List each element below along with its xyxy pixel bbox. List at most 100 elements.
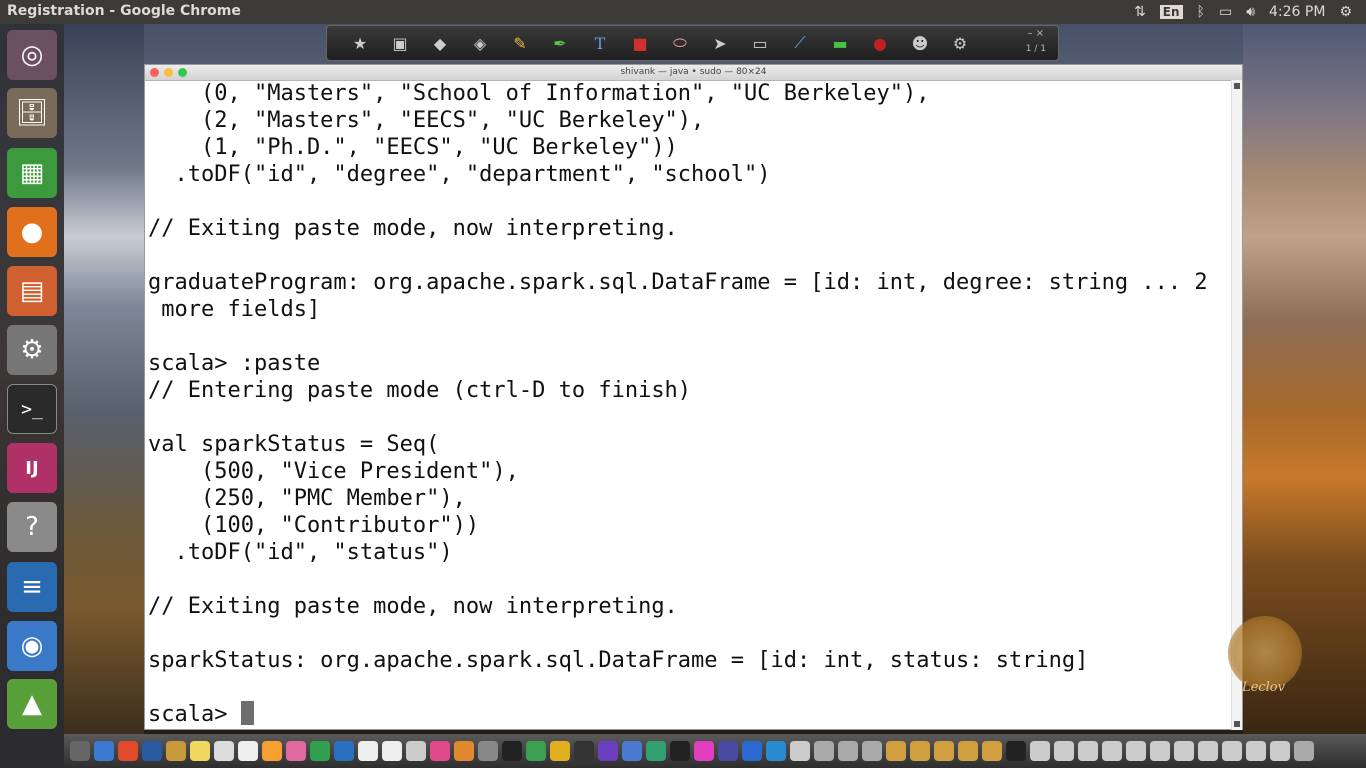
shapes-icon[interactable]: ■ [623, 30, 657, 56]
dock-app-icon[interactable] [358, 741, 378, 761]
dock-app-icon[interactable] [1078, 741, 1098, 761]
dock-app-icon[interactable] [862, 741, 882, 761]
dock-app-icon[interactable] [430, 741, 450, 761]
eraser-icon[interactable]: ⬭ [663, 30, 697, 56]
dock-app-icon[interactable] [70, 741, 90, 761]
dock-app-icon[interactable] [214, 741, 234, 761]
network-arrows-icon[interactable]: ⇅ [1134, 4, 1146, 20]
dock-app-icon[interactable] [622, 741, 642, 761]
dock-app-icon[interactable] [1294, 741, 1314, 761]
dock-app-icon[interactable] [406, 741, 426, 761]
camera-icon[interactable]: ▣ [383, 30, 417, 56]
dock-app-icon[interactable] [838, 741, 858, 761]
terminal-line: // Entering paste mode (ctrl-D to finish… [148, 378, 692, 403]
dock-app-icon[interactable] [982, 741, 1002, 761]
dock-app-icon[interactable] [958, 741, 978, 761]
dock-app-icon[interactable] [598, 741, 618, 761]
gear-icon[interactable]: ⚙ [943, 30, 977, 56]
minimize-button[interactable] [164, 68, 173, 77]
terminal-line: scala> [148, 701, 1233, 728]
dock-app-icon[interactable] [1174, 741, 1194, 761]
dock-app-icon[interactable] [1222, 741, 1242, 761]
record-icon[interactable]: ● [863, 30, 897, 56]
rectangle-icon[interactable]: ▬ [823, 30, 857, 56]
terminal-line: sparkStatus: org.apache.spark.sql.DataFr… [148, 648, 1089, 673]
dock-app-icon[interactable] [190, 741, 210, 761]
dock-app-icon[interactable] [142, 741, 162, 761]
dock-app-icon[interactable] [646, 741, 666, 761]
power-gear-icon[interactable]: ⚙ [1339, 4, 1352, 20]
dock-app-icon[interactable] [1030, 741, 1050, 761]
dock-app-icon[interactable] [454, 741, 474, 761]
files-icon[interactable]: 🗄︎ [7, 88, 57, 138]
dock-app-icon[interactable] [502, 741, 522, 761]
marker-icon[interactable]: ✒ [543, 30, 577, 56]
settings-icon[interactable]: ⚙ [7, 325, 57, 375]
dock-app-icon[interactable] [262, 741, 282, 761]
close-button[interactable] [150, 68, 159, 77]
user-icon[interactable]: ☻ [903, 30, 937, 56]
dock-app-icon[interactable] [694, 741, 714, 761]
intellij-icon[interactable]: IJ [7, 443, 57, 493]
writer-icon[interactable]: ≡ [7, 562, 57, 612]
firefox-icon[interactable]: ● [7, 207, 57, 257]
presentation-icon[interactable]: ▤ [7, 266, 57, 316]
dock-app-icon[interactable] [1150, 741, 1170, 761]
dock-app-icon[interactable] [1054, 741, 1074, 761]
help-icon[interactable]: ? [7, 502, 57, 552]
volume-icon[interactable]: 🔊︎ [1246, 4, 1255, 20]
dock-app-icon[interactable] [814, 741, 834, 761]
spreadsheet-icon[interactable]: ▦ [7, 148, 57, 198]
dock-app-icon[interactable] [934, 741, 954, 761]
dock-app-icon[interactable] [478, 741, 498, 761]
dock-app-icon[interactable] [166, 741, 186, 761]
battery-icon[interactable]: ▭ [1219, 4, 1232, 20]
keyboard-layout-indicator[interactable]: En [1159, 5, 1183, 19]
dock-app-icon[interactable] [1102, 741, 1122, 761]
layers-icon[interactable]: ◆ [423, 30, 457, 56]
dock-app-icon[interactable] [94, 741, 114, 761]
dock-app-icon[interactable] [790, 741, 810, 761]
dock-app-icon[interactable] [1246, 741, 1266, 761]
maximize-button[interactable] [178, 68, 187, 77]
window-title: Registration - Google Chrome [7, 3, 241, 19]
dock-app-icon[interactable] [1198, 741, 1218, 761]
dock-app-icon[interactable] [382, 741, 402, 761]
dock-app-icon[interactable] [310, 741, 330, 761]
screen-icon[interactable]: ▭ [743, 30, 777, 56]
terminal-output[interactable]: (0, "Masters", "School of Information", … [148, 80, 1233, 730]
dock-app-icon[interactable] [766, 741, 786, 761]
pointer-icon[interactable]: ➤ [703, 30, 737, 56]
dock-app-icon[interactable] [334, 741, 354, 761]
dock-app-icon[interactable] [574, 741, 594, 761]
dock-app-icon[interactable] [550, 741, 570, 761]
ubuntu-logo-icon[interactable]: ◎ [7, 30, 57, 80]
scroll-down-icon[interactable] [1234, 721, 1240, 727]
dock-app-icon[interactable] [1126, 741, 1146, 761]
dock-app-icon[interactable] [526, 741, 546, 761]
terminal-line: (500, "Vice President"), [148, 459, 519, 484]
toolbar-window-controls[interactable]: – × [1027, 28, 1044, 39]
image-viewer-icon[interactable]: ▲ [7, 679, 57, 729]
dock-app-icon[interactable] [118, 741, 138, 761]
scroll-up-icon[interactable] [1234, 83, 1240, 89]
text-tool-icon[interactable]: T [583, 30, 617, 56]
star-icon[interactable]: ★ [343, 30, 377, 56]
dock-app-icon[interactable] [886, 741, 906, 761]
brush-icon[interactable]: ⟋ [783, 30, 817, 56]
dock-app-icon[interactable] [1006, 741, 1026, 761]
dock-app-icon[interactable] [742, 741, 762, 761]
clock[interactable]: 4:26 PM [1269, 4, 1325, 20]
bluetooth-icon[interactable]: ᛒ [1197, 4, 1205, 20]
dock-app-icon[interactable] [910, 741, 930, 761]
dock-app-icon[interactable] [670, 741, 690, 761]
dock-app-icon[interactable] [286, 741, 306, 761]
folder-icon[interactable]: ◈ [463, 30, 497, 56]
terminal-icon[interactable]: >_ [7, 384, 57, 434]
dock-app-icon[interactable] [718, 741, 738, 761]
dock-app-icon[interactable] [238, 741, 258, 761]
chrome-icon[interactable]: ◉ [7, 621, 57, 671]
pencil-icon[interactable]: ✎ [503, 30, 537, 56]
dock-app-icon[interactable] [1270, 741, 1290, 761]
